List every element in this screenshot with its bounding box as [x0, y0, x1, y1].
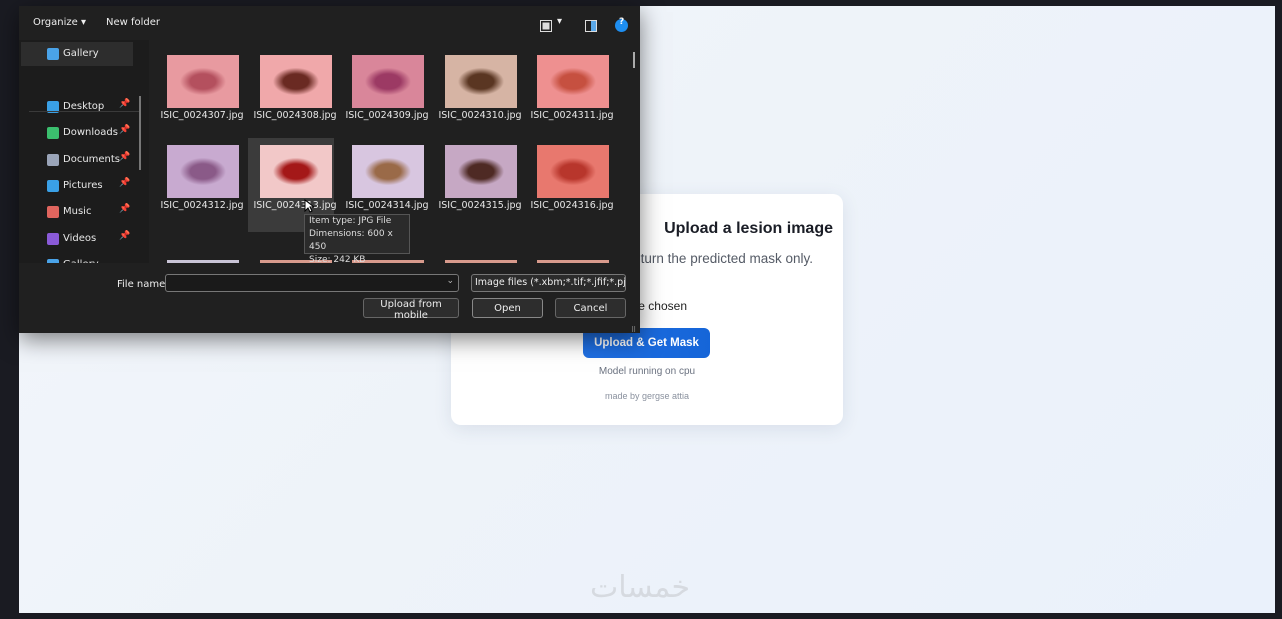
file-thumbnail: [445, 145, 517, 198]
new-folder-button[interactable]: New folder: [106, 17, 160, 28]
pin-icon[interactable]: 📌: [119, 231, 130, 241]
open-button[interactable]: Open: [472, 298, 543, 318]
nav-item-label: Downloads: [63, 127, 118, 138]
nav-item-documents[interactable]: Documents 📌: [21, 148, 133, 172]
file-item[interactable]: ISIC_0024315.jpg: [433, 138, 522, 232]
preview-pane-icon[interactable]: [585, 17, 597, 32]
dialog-footer: File name: ⌄ Image files (*.xbm;*.tif;*.…: [19, 263, 640, 334]
dialog-toolbar: Organize ▾ New folder ▾ ?: [19, 6, 640, 40]
file-item[interactable]: ISIC_0024307.jpg: [155, 48, 244, 142]
file-name-input[interactable]: ⌄: [165, 274, 459, 292]
nav-item-label: Pictures: [63, 180, 103, 191]
nav-item-label: Documents: [63, 154, 121, 165]
file-thumbnail: [352, 145, 424, 198]
file-item[interactable]: ISIC_0024311.jpg: [525, 48, 614, 142]
videos-icon: [47, 233, 59, 245]
nav-divider: [29, 111, 139, 112]
file-name-label: ISIC_0024314.jpg: [345, 200, 429, 211]
nav-scrollbar[interactable]: [139, 96, 141, 170]
upload-from-mobile-button[interactable]: Upload from mobile: [363, 298, 459, 321]
file-thumbnail: [260, 145, 332, 198]
file-thumbnail: [167, 55, 239, 108]
download-icon: [47, 127, 59, 139]
file-name-label: ISIC_0024312.jpg: [160, 200, 244, 211]
file-item[interactable]: ISIC_0024310.jpg: [433, 48, 522, 142]
file-name-chevron-icon[interactable]: ⌄: [446, 276, 454, 286]
tooltip-dimensions: Dimensions: 600 x 450: [309, 229, 393, 252]
nav-item-label: Gallery: [63, 48, 99, 59]
file-thumbnail: [537, 145, 609, 198]
file-type-filter[interactable]: Image files (*.xbm;*.tif;*.jfif;*.pjp: [471, 274, 626, 292]
pin-icon[interactable]: 📌: [119, 125, 130, 135]
file-item[interactable]: ISIC_0024312.jpg: [155, 138, 244, 232]
nav-item-gallery[interactable]: Gallery: [21, 253, 133, 263]
file-item[interactable]: ISIC_0024316.jpg: [525, 138, 614, 232]
model-note: Model running on cpu: [598, 366, 696, 377]
file-name-label: ISIC_0024310.jpg: [438, 110, 522, 121]
pin-icon[interactable]: 📌: [119, 178, 130, 188]
nav-item-music[interactable]: Music 📌: [21, 200, 133, 224]
file-name-label: ISIC_0024313.jpg: [253, 200, 337, 211]
navigation-pane: Gallery Desktop 📌 Downloads 📌 Documents 📌 Pictu…: [19, 40, 149, 263]
nav-item-desktop[interactable]: Desktop 📌: [21, 95, 133, 119]
pin-icon[interactable]: 📌: [119, 152, 130, 162]
file-tooltip: Item type: JPG File Dimensions: 600 x 45…: [304, 214, 410, 265]
pin-icon[interactable]: 📌: [119, 204, 130, 214]
credit: made by gergse attia: [604, 391, 690, 401]
file-thumbnail: [445, 55, 517, 108]
file-item[interactable]: ISIC_0024308.jpg: [248, 48, 337, 142]
nav-item-label: Videos: [63, 233, 97, 244]
nav-item-videos[interactable]: Videos 📌: [21, 227, 133, 251]
cancel-button[interactable]: Cancel: [555, 298, 626, 318]
watermark-logo: خمسات: [589, 570, 691, 605]
pin-icon[interactable]: 📌: [119, 99, 130, 109]
documents-icon: [47, 154, 59, 166]
file-name-label: File name:: [117, 279, 169, 290]
file-thumbnail: [537, 55, 609, 108]
grid-scrollbar[interactable]: [633, 52, 635, 68]
help-glyph: ?: [619, 17, 625, 27]
file-name-label: ISIC_0024309.jpg: [345, 110, 429, 121]
nav-item-downloads[interactable]: Downloads 📌: [21, 121, 133, 145]
mouse-cursor-icon: [304, 198, 316, 213]
file-thumbnail: [167, 145, 239, 198]
file-type-filter-value[interactable]: Image files (*.xbm;*.tif;*.jfif;*.pjp: [475, 277, 625, 288]
resize-grip-icon[interactable]: ⠿: [631, 326, 636, 334]
file-name-label: ISIC_0024315.jpg: [438, 200, 522, 211]
view-icon[interactable]: [540, 17, 552, 32]
file-open-dialog: Organize ▾ New folder ▾ ? Gallery Desktop…: [19, 6, 640, 334]
tooltip-type: Item type: JPG File: [309, 216, 392, 226]
organize-button[interactable]: Organize ▾: [33, 17, 86, 28]
file-thumbnail: [260, 55, 332, 108]
view-chevron-icon[interactable]: ▾: [557, 16, 562, 27]
file-name-label: ISIC_0024316.jpg: [530, 200, 614, 211]
file-name-label: ISIC_0024311.jpg: [530, 110, 614, 121]
gallery-icon: [47, 48, 59, 60]
file-name-label: ISIC_0024307.jpg: [160, 110, 244, 121]
help-icon[interactable]: ?: [615, 17, 628, 32]
nav-item-label: Music: [63, 206, 92, 217]
nav-item-pictures[interactable]: Pictures 📌: [21, 174, 133, 198]
nav-item-gallery[interactable]: Gallery: [21, 42, 133, 66]
music-icon: [47, 206, 59, 218]
file-item[interactable]: ISIC_0024309.jpg: [340, 48, 429, 142]
file-name-label: ISIC_0024308.jpg: [253, 110, 337, 121]
file-thumbnail: [352, 55, 424, 108]
pictures-icon: [47, 180, 59, 192]
